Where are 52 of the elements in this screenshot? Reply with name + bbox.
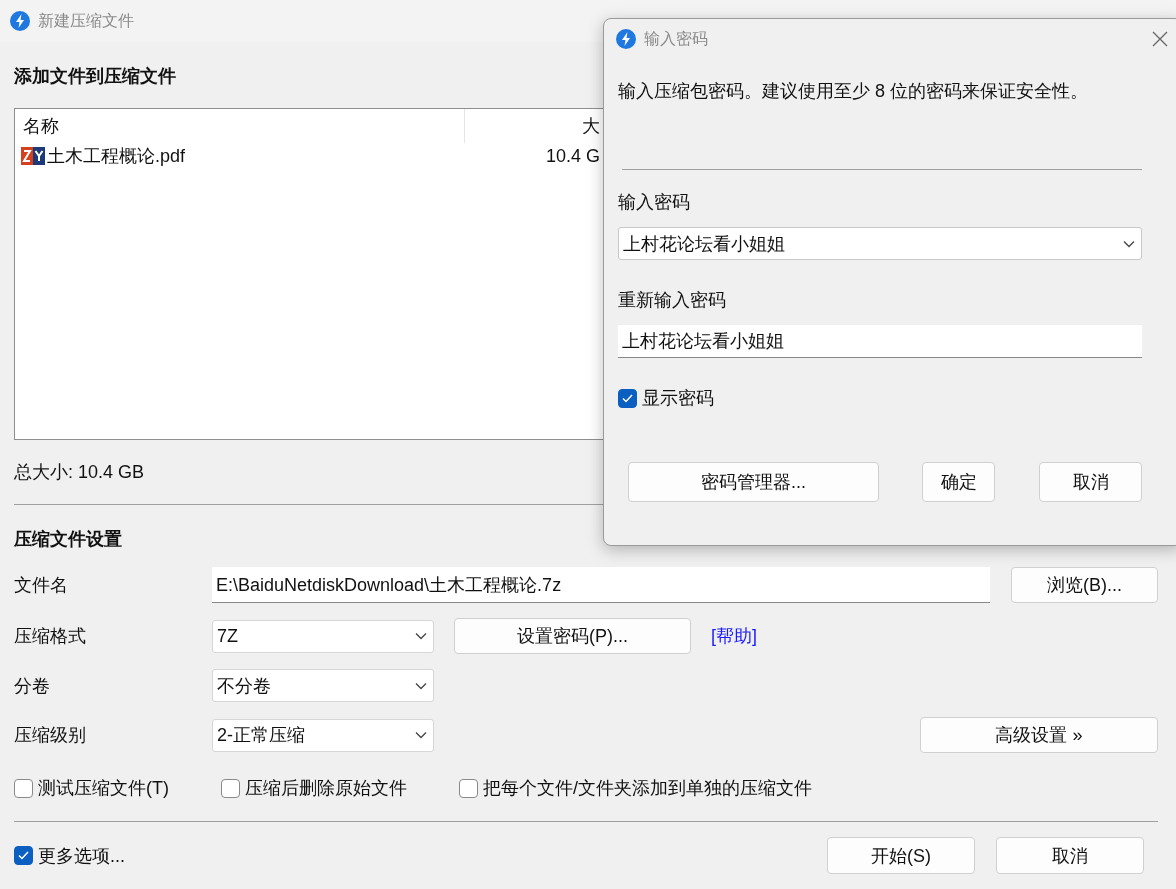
checkbox[interactable]: [14, 846, 33, 865]
set-password-button[interactable]: 设置密码(P)...: [454, 618, 691, 654]
column-header[interactable]: 大: [465, 109, 600, 143]
confirm-password-field[interactable]: 上村花论坛看小姐姐: [618, 325, 1142, 358]
advanced-settings-button[interactable]: 高级设置 »: [920, 717, 1158, 753]
file-name: 土木工程概论.pdf: [47, 145, 186, 168]
file-size: 10.4 G: [544, 145, 600, 167]
checkbox[interactable]: [459, 778, 478, 798]
total-size: 总大小: 10.4 GB: [14, 461, 145, 484]
checkmark-icon: [18, 851, 29, 860]
split-dropdown[interactable]: 不分卷: [212, 669, 434, 702]
field-label: 压缩级别: [14, 724, 87, 747]
file-icon: [21, 146, 45, 166]
more-options-checkbox[interactable]: 更多选项...: [14, 843, 125, 868]
dialog-description: 输入压缩包密码。建议使用至少 8 位的密码来保证安全性。: [618, 80, 1089, 103]
chevron-down-icon: [1123, 239, 1135, 248]
section-heading: 添加文件到压缩文件: [14, 65, 176, 88]
field-label: 压缩格式: [14, 625, 87, 648]
cancel-button[interactable]: 取消: [1039, 462, 1142, 502]
checkbox[interactable]: [14, 778, 33, 798]
password-field[interactable]: 上村花论坛看小姐姐: [618, 227, 1142, 260]
password-manager-button[interactable]: 密码管理器...: [628, 462, 880, 502]
field-label: 重新输入密码: [618, 289, 726, 312]
app-logo-icon: [10, 11, 30, 31]
show-password-checkbox[interactable]: 显示密码: [618, 386, 714, 410]
start-button[interactable]: 开始(S): [827, 837, 975, 874]
app-logo-icon: [616, 29, 636, 49]
chevron-down-icon: [415, 632, 427, 640]
dialog-title: 输入密码: [644, 28, 708, 49]
field-label: 分卷: [14, 674, 51, 698]
browse-button[interactable]: 浏览(B)...: [1011, 567, 1158, 603]
filename-field[interactable]: E:\BaiduNetdiskDownload\土木工程概论.7z: [212, 567, 990, 603]
help-link[interactable]: [帮助]: [711, 624, 757, 648]
file-row[interactable]: 土木工程概论.pdf: [15, 144, 465, 168]
field-label: 文件名: [14, 574, 69, 597]
checkbox[interactable]: [221, 778, 240, 798]
window-title: 新建压缩文件: [38, 10, 134, 31]
checkmark-icon: [622, 393, 633, 403]
cancel-button[interactable]: 取消: [996, 837, 1144, 874]
section-heading: 压缩文件设置: [14, 528, 122, 551]
chevron-down-icon: [415, 731, 427, 739]
format-dropdown[interactable]: 7Z: [212, 619, 434, 653]
option-checkbox[interactable]: 把每个文件/文件夹添加到单独的压缩文件: [459, 776, 812, 800]
chevron-down-icon: [415, 681, 427, 690]
column-header[interactable]: 名称: [15, 109, 465, 143]
checkbox[interactable]: [618, 388, 637, 408]
ok-button[interactable]: 确定: [922, 462, 996, 502]
close-icon[interactable]: [1152, 31, 1168, 47]
field-label: 输入密码: [618, 191, 690, 214]
option-checkbox[interactable]: 测试压缩文件(T): [14, 776, 169, 800]
level-dropdown[interactable]: 2-正常压缩: [212, 718, 434, 752]
option-checkbox[interactable]: 压缩后删除原始文件: [221, 776, 407, 800]
